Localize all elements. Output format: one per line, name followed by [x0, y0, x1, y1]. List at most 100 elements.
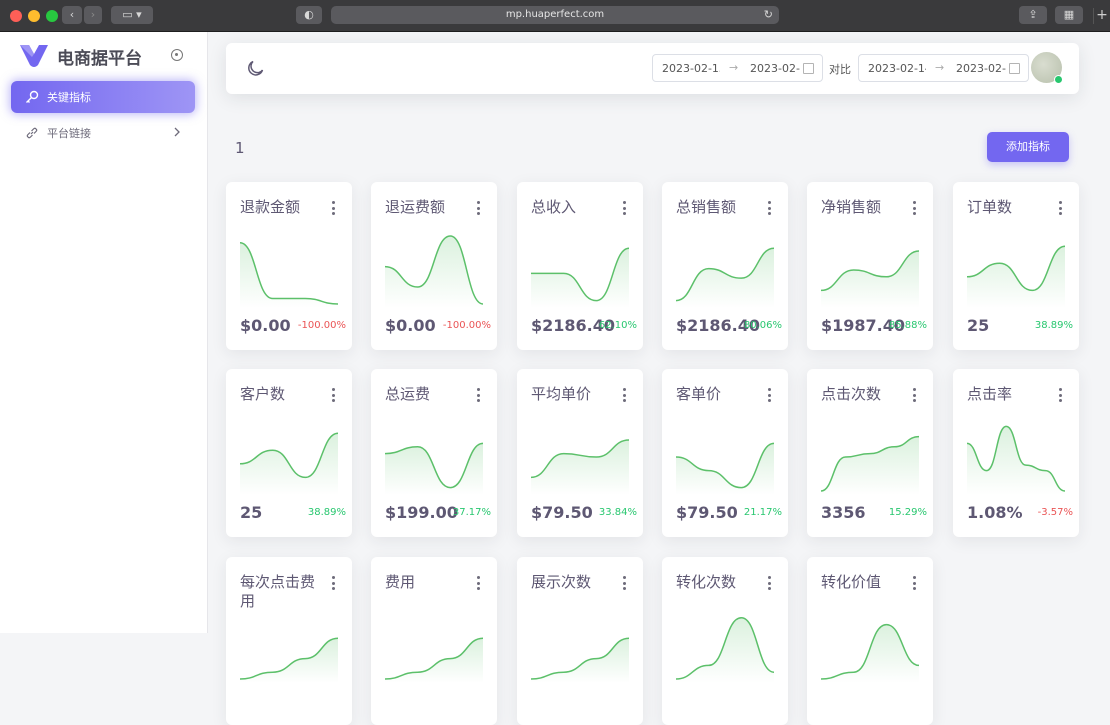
browser-toolbar: ‹ › ▭ ▾ ◐ mp.huaperfect.com ↻ ⇪ ▦ + — [0, 0, 1110, 32]
metric-title: 展示次数 — [531, 573, 592, 591]
metric-value: 25 — [967, 316, 990, 335]
sparkline-area — [385, 236, 483, 308]
brand-name: 电商据平台 — [57, 48, 142, 69]
sidebar-toggle-icon[interactable]: ▭ ▾ — [111, 6, 153, 24]
sidebar-item-platform-links[interactable]: 平台链接 — [11, 117, 195, 149]
calendar-icon — [803, 63, 814, 74]
add-metric-button[interactable]: 添加指标 — [987, 132, 1069, 162]
moon-icon[interactable] — [247, 59, 265, 77]
more-vertical-icon[interactable] — [913, 576, 916, 593]
back-arrow-icon[interactable]: ‹ — [62, 6, 82, 24]
more-vertical-icon[interactable] — [1059, 201, 1062, 218]
sparkline-area — [676, 443, 774, 495]
address-bar-url: mp.huaperfect.com — [505, 9, 605, 20]
arrow-right-icon: → — [729, 61, 739, 74]
sparkline — [531, 247, 630, 308]
metric-change: 37.17% — [452, 507, 491, 518]
date-start-input[interactable]: 2023-02-15 — [662, 62, 720, 75]
collapse-sidebar-icon[interactable] — [171, 49, 183, 61]
metric-title: 平均单价 — [531, 385, 592, 403]
share-icon[interactable]: ⇪ — [1019, 6, 1047, 24]
compare-date-range-picker[interactable]: 2023-02-14 → 2023-02-20 — [858, 54, 1029, 82]
metric-title: 退运费额 — [385, 198, 446, 216]
more-vertical-icon[interactable] — [913, 201, 916, 218]
sparkline — [675, 442, 775, 495]
metric-change: -100.00% — [442, 320, 491, 331]
online-status-dot — [1054, 75, 1063, 84]
metric-title: 点击次数 — [821, 385, 882, 403]
more-vertical-icon[interactable] — [1059, 388, 1062, 405]
sparkline — [966, 245, 1066, 308]
metric-card[interactable]: 净销售额 $1987.40 85.88% — [807, 182, 933, 350]
metric-title: 订单数 — [967, 198, 1013, 216]
sparkline-area — [821, 624, 919, 683]
sparkline — [384, 235, 484, 308]
metric-card[interactable]: 退款金额 $0.00 -100.00% — [226, 182, 352, 350]
more-vertical-icon[interactable] — [332, 576, 335, 593]
more-vertical-icon[interactable] — [332, 201, 335, 218]
sparkline — [384, 442, 484, 495]
logo-icon — [20, 45, 48, 67]
sidebar: 电商据平台 关键指标 平台链接 — [0, 32, 208, 633]
metric-card[interactable]: 平均单价 $79.50 33.84% — [517, 369, 643, 537]
date-end-input[interactable]: 2023-02-21 — [750, 62, 800, 75]
sparkline — [239, 432, 339, 495]
reload-icon[interactable]: ↻ — [764, 6, 773, 24]
metric-card[interactable]: 客户数 25 38.89% — [226, 369, 352, 537]
key-icon — [25, 90, 39, 104]
more-vertical-icon[interactable] — [623, 576, 626, 593]
sparkline — [820, 250, 920, 308]
metric-title: 每次点击费用 — [240, 573, 316, 610]
more-vertical-icon[interactable] — [768, 201, 771, 218]
compare-date-end-input[interactable]: 2023-02-20 — [956, 62, 1006, 75]
metric-card[interactable]: 点击次数 3356 15.29% — [807, 369, 933, 537]
more-vertical-icon[interactable] — [332, 388, 335, 405]
more-vertical-icon[interactable] — [768, 576, 771, 593]
sparkline — [675, 247, 775, 308]
more-vertical-icon[interactable] — [477, 201, 480, 218]
compare-label: 对比 — [829, 63, 851, 76]
metric-title: 转化价值 — [821, 573, 882, 591]
metric-card[interactable]: 总销售额 $2186.40 80.06% — [662, 182, 788, 350]
metric-card[interactable]: 转化次数 — [662, 557, 788, 725]
link-icon — [25, 126, 39, 140]
compare-date-start-input[interactable]: 2023-02-14 — [868, 62, 926, 75]
date-range-picker[interactable]: 2023-02-15 → 2023-02-21 — [652, 54, 823, 82]
metric-title: 费用 — [385, 573, 416, 591]
metric-card[interactable]: 总收入 $2186.40 62.10% — [517, 182, 643, 350]
sparkline — [820, 435, 920, 495]
metric-change: 38.89% — [1034, 320, 1073, 331]
zoom-window-button[interactable] — [46, 10, 58, 22]
sparkline — [239, 242, 339, 308]
metric-change: 15.29% — [888, 507, 927, 518]
minimize-window-button[interactable] — [28, 10, 40, 22]
more-vertical-icon[interactable] — [913, 388, 916, 405]
metric-value: 1.08% — [967, 503, 1023, 522]
privacy-shield-icon[interactable]: ◐ — [296, 6, 322, 24]
sidebar-item-key-metrics[interactable]: 关键指标 — [11, 81, 195, 113]
brand[interactable]: 电商据平台 — [20, 44, 142, 69]
more-vertical-icon[interactable] — [477, 576, 480, 593]
more-vertical-icon[interactable] — [477, 388, 480, 405]
more-vertical-icon[interactable] — [623, 201, 626, 218]
metric-card[interactable]: 展示次数 — [517, 557, 643, 725]
address-bar[interactable]: mp.huaperfect.com ↻ — [331, 6, 779, 24]
metric-card[interactable]: 总运费 $199.00 37.17% — [371, 369, 497, 537]
more-vertical-icon[interactable] — [623, 388, 626, 405]
metric-change: 33.84% — [598, 507, 637, 518]
new-tab-icon[interactable]: + — [1093, 8, 1110, 24]
more-vertical-icon[interactable] — [768, 388, 771, 405]
metric-card[interactable]: 退运费额 $0.00 -100.00% — [371, 182, 497, 350]
forward-arrow-icon[interactable]: › — [84, 6, 102, 24]
close-window-button[interactable] — [10, 10, 22, 22]
metric-card[interactable]: 每次点击费用 — [226, 557, 352, 725]
metric-card[interactable]: 转化价值 — [807, 557, 933, 725]
metric-change: 80.06% — [743, 320, 782, 331]
chevron-right-icon — [174, 127, 180, 137]
metric-card[interactable]: 客单价 $79.50 21.17% — [662, 369, 788, 537]
metric-card[interactable]: 费用 — [371, 557, 497, 725]
metric-card[interactable]: 订单数 25 38.89% — [953, 182, 1079, 350]
tab-overview-icon[interactable]: ▦ — [1055, 6, 1083, 24]
metric-card[interactable]: 点击率 1.08% -3.57% — [953, 369, 1079, 537]
metric-title: 退款金额 — [240, 198, 301, 216]
